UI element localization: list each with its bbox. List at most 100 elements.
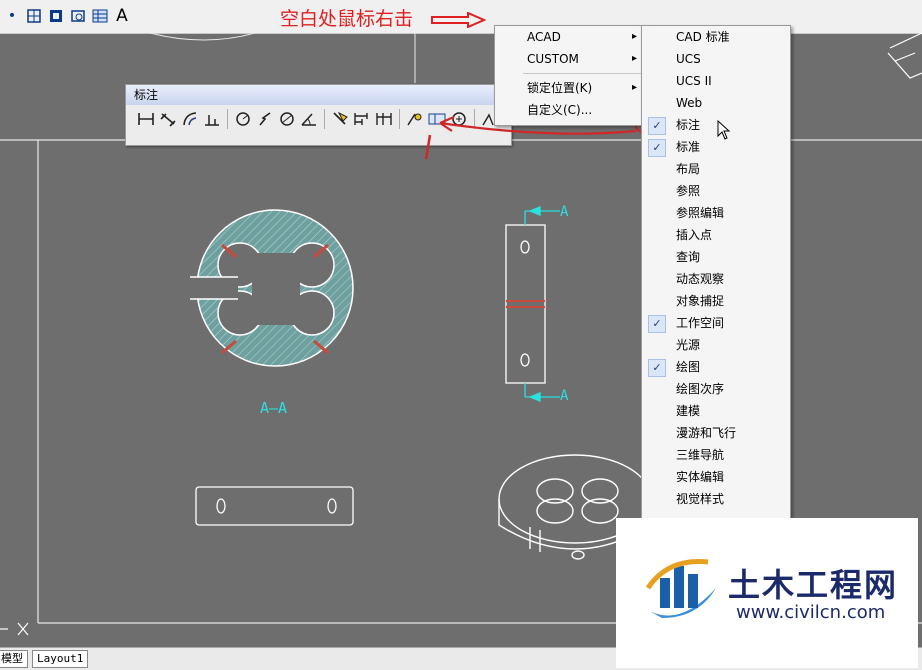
diameter-dimension-icon[interactable] (277, 109, 297, 129)
angular-dimension-icon[interactable] (299, 109, 319, 129)
menu-item-toolbar[interactable]: 布局 (642, 158, 790, 180)
continue-dimension-icon[interactable] (374, 109, 394, 129)
menu-item-label: ACAD (527, 30, 561, 44)
toolbar-grip-icon[interactable]: • (4, 8, 20, 24)
region-icon[interactable] (70, 8, 86, 24)
menu-item-toolbar[interactable]: UCS (642, 48, 790, 70)
cut-label-bottom: A (560, 388, 569, 404)
menu-item-toolbar[interactable]: 三维导航 (642, 444, 790, 466)
menu-item-label: 对象捕捉 (676, 294, 725, 308)
submenu-arrow-icon: ▸ (631, 82, 637, 93)
menu-item-toolbar[interactable]: ✓ 绘图 (642, 356, 790, 378)
menu-item-toolbar[interactable]: 漫游和飞行 (642, 422, 790, 444)
partial-arc (149, 33, 256, 41)
menu-item-label: 参照 (676, 184, 701, 198)
submenu-arrow-icon: ▸ (631, 31, 637, 42)
menu-item-toolbar[interactable]: 对象捕捉 (642, 290, 790, 312)
table-icon[interactable] (92, 8, 108, 24)
menu-item-label: Web (676, 96, 703, 110)
aligned-dimension-icon[interactable] (158, 109, 178, 129)
menu-item-toolbar[interactable]: 光源 (642, 334, 790, 356)
checkmark-icon: ✓ (648, 359, 666, 377)
menu-item-toolbar[interactable]: 建模 (642, 400, 790, 422)
toolbars-submenu: CAD 标准 UCS UCS II Web ✓ 标注 ✓ 标准布局参照参照编辑插入点查询动态观… (641, 25, 791, 520)
checkmark-icon: ✓ (648, 139, 666, 157)
tab-layout1[interactable]: Layout1 (32, 650, 89, 668)
context-menu: ACAD ▸ CUSTOM ▸ 锁定位置(K) ▸ 自定义(C)... (494, 25, 646, 126)
menu-item-label: 工作空间 (676, 316, 725, 330)
menu-separator (523, 73, 643, 74)
menu-item-toolbar[interactable]: 视觉样式 (642, 488, 790, 510)
partial-object (887, 33, 922, 79)
separator (399, 109, 400, 129)
menu-item-toolbar[interactable]: 实体编辑 (642, 466, 790, 488)
menu-item-lock-position[interactable]: 锁定位置(K) ▸ (495, 77, 645, 99)
arc-length-icon[interactable] (180, 109, 200, 129)
menu-item-toolbar[interactable]: UCS II (642, 70, 790, 92)
menu-item-label: 锁定位置(K) (527, 81, 593, 95)
section-label: A—A (260, 399, 287, 417)
annotation-arrow-icon (431, 12, 486, 28)
watermark-title: 土木工程网 (728, 566, 899, 604)
annotation-text: 空白处鼠标右击 (280, 8, 414, 30)
menu-item-toolbar[interactable]: ✓ 工作空间 (642, 312, 790, 334)
ordinate-dimension-icon[interactable] (202, 109, 222, 129)
menu-item-label: 绘图 (676, 360, 701, 374)
menu-item-label: 三维导航 (676, 448, 725, 462)
menu-item-label: UCS (676, 52, 701, 66)
menu-item-label: 实体编辑 (676, 470, 725, 484)
submenu-arrow-icon: ▸ (631, 53, 637, 64)
menu-item-label: 动态观察 (676, 272, 725, 286)
menu-item-label: 查询 (676, 250, 701, 264)
menu-item-toolbar[interactable]: ✓ 标准 (642, 136, 790, 158)
linear-dimension-icon[interactable] (136, 109, 156, 129)
menu-item-label: 标注 (676, 118, 701, 132)
menu-item-label: 插入点 (676, 228, 713, 242)
menu-item-toolbar[interactable]: 插入点 (642, 224, 790, 246)
quick-dimension-icon[interactable] (330, 109, 350, 129)
cut-label-top: A (560, 204, 569, 220)
cut-line (524, 206, 560, 402)
menu-item-toolbar[interactable]: Web (642, 92, 790, 114)
menu-item-label: 建模 (676, 404, 701, 418)
menu-item-label: UCS II (676, 74, 712, 88)
jogged-dimension-icon[interactable] (255, 109, 275, 129)
multiline-text-icon[interactable]: A (114, 8, 130, 25)
menu-item-label: 标准 (676, 140, 701, 154)
menu-item-label: 绘图次序 (676, 382, 725, 396)
menu-item-label: 光源 (676, 338, 701, 352)
menu-item-toolbar[interactable]: 参照编辑 (642, 202, 790, 224)
menu-item-label: CUSTOM (527, 52, 579, 66)
menu-item-label: CAD 标准 (676, 30, 730, 44)
menu-item-toolbar[interactable]: 参照 (642, 180, 790, 202)
plate-view[interactable] (195, 486, 354, 526)
menu-item-toolbar[interactable]: ✓ 标注 (642, 114, 790, 136)
watermark-url: www.civilcn.com (736, 602, 886, 623)
checkmark-icon: ✓ (648, 315, 666, 333)
menu-item-custom[interactable]: CUSTOM ▸ (495, 48, 645, 70)
mouse-cursor-icon (717, 120, 731, 140)
ucs-icon (0, 622, 29, 636)
menu-item-label: 漫游和飞行 (676, 426, 737, 440)
section-view[interactable] (190, 209, 354, 367)
checkmark-icon: ✓ (648, 117, 666, 135)
menu-item-toolbar[interactable]: 查询 (642, 246, 790, 268)
menu-item-label: 布局 (676, 162, 701, 176)
side-view[interactable] (505, 224, 546, 384)
menu-item-toolbar[interactable]: CAD 标准 (642, 26, 790, 48)
watermark-logo-icon (644, 559, 716, 618)
menu-item-acad[interactable]: ACAD ▸ (495, 26, 645, 48)
gradient-icon[interactable] (48, 8, 64, 24)
hatch-icon[interactable] (26, 8, 42, 24)
menu-item-customize[interactable]: 自定义(C)... (495, 99, 645, 121)
menu-item-label: 视觉样式 (676, 492, 725, 506)
menu-item-toolbar[interactable]: 绘图次序 (642, 378, 790, 400)
separator (324, 109, 325, 129)
baseline-dimension-icon[interactable] (352, 109, 372, 129)
menu-item-label: 参照编辑 (676, 206, 725, 220)
radius-dimension-icon[interactable] (233, 109, 253, 129)
tab-model[interactable]: 模型 (0, 650, 28, 668)
separator (227, 109, 228, 129)
watermark: 土木工程网 www.civilcn.com (616, 518, 918, 668)
menu-item-toolbar[interactable]: 动态观察 (642, 268, 790, 290)
